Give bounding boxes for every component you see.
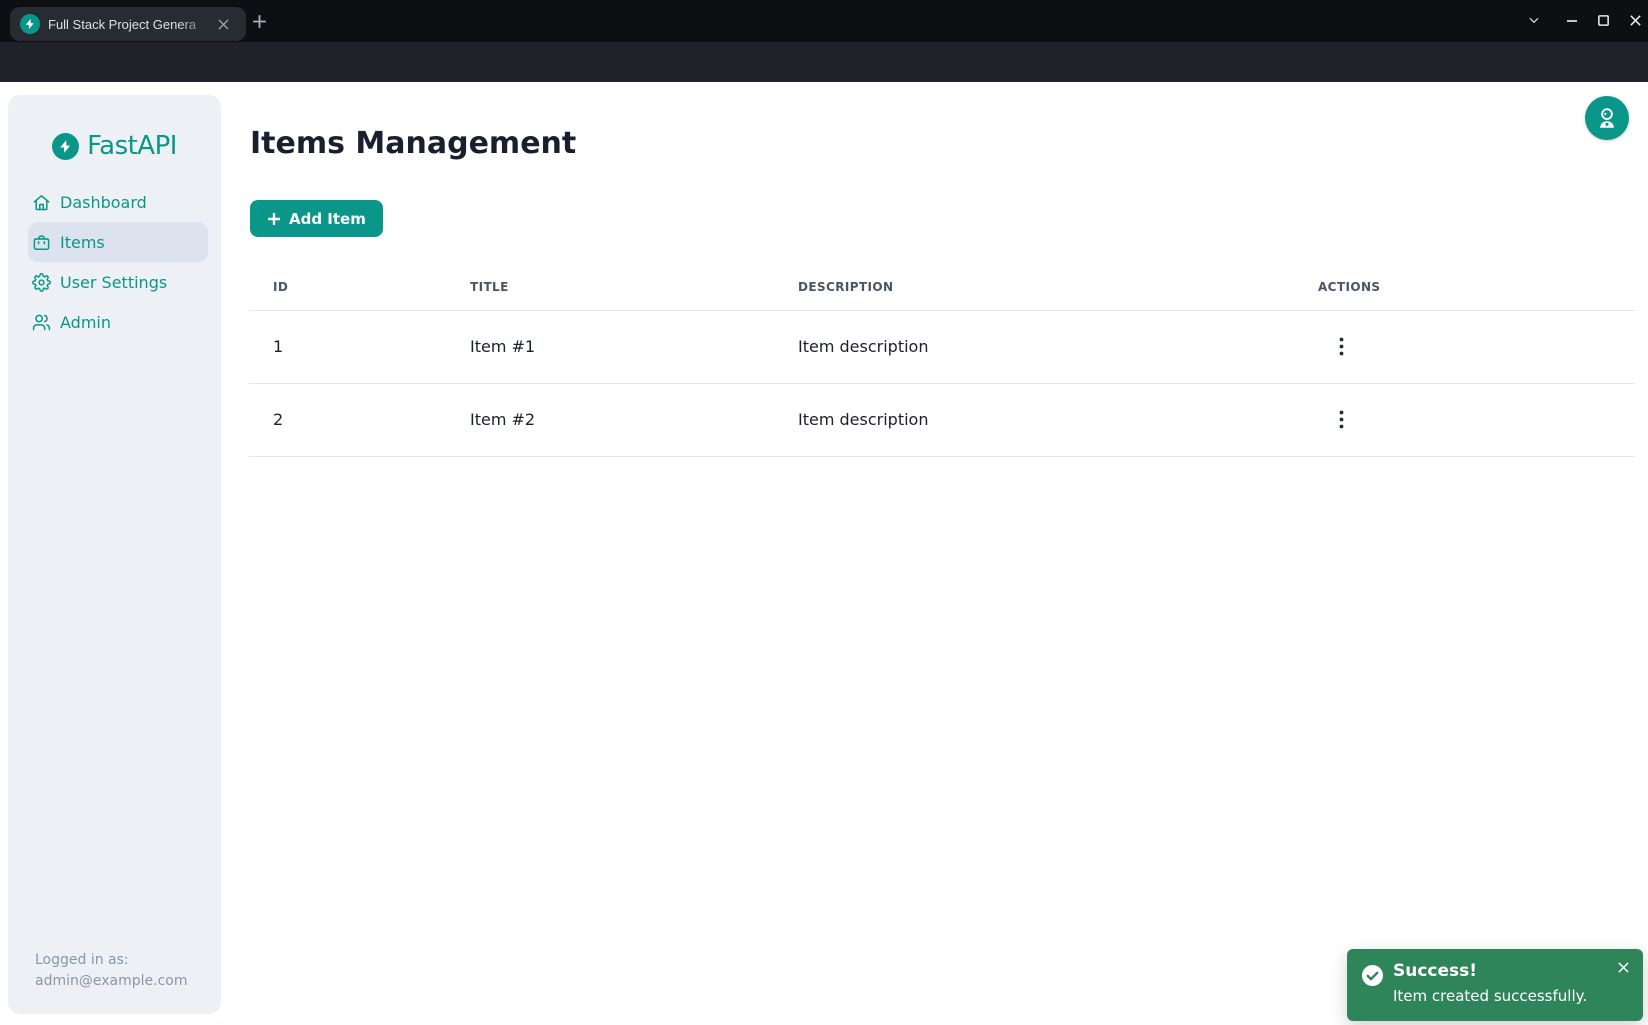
sidebar-item-label: User Settings: [60, 273, 167, 292]
fastapi-logo: FastAPI: [8, 131, 221, 161]
browser-tab[interactable]: Full Stack Project Genera: [10, 7, 246, 41]
sidebar-item-items[interactable]: Items: [28, 222, 208, 262]
browser-chevron-down-icon[interactable]: [1521, 7, 1547, 33]
cell-description: Item description: [774, 310, 1294, 383]
table-row: 1 Item #1 Item description: [249, 310, 1635, 383]
row-actions-menu-icon[interactable]: [1327, 333, 1355, 361]
window-maximize-icon[interactable]: [1590, 7, 1616, 33]
window-minimize-icon[interactable]: [1559, 7, 1585, 33]
tab-title: Full Stack Project Genera: [48, 17, 214, 32]
sidebar-item-user-settings[interactable]: User Settings: [28, 262, 208, 302]
users-icon: [32, 313, 51, 332]
browser-toolbar: i localhost/items: [0, 42, 1648, 82]
sidebar-item-dashboard[interactable]: Dashboard: [28, 182, 208, 222]
toast-title: Success!: [1393, 961, 1477, 981]
sidebar: FastAPI Dashboard Items User Set: [8, 95, 221, 1014]
home-icon: [32, 193, 51, 212]
logged-in-label: Logged in as:: [35, 950, 187, 971]
table-header-row: ID TITLE DESCRIPTION ACTIONS: [249, 265, 1635, 310]
new-tab-button[interactable]: [246, 8, 272, 34]
sidebar-item-label: Admin: [60, 313, 111, 332]
sidebar-item-admin[interactable]: Admin: [28, 302, 208, 342]
add-item-button[interactable]: Add Item: [250, 200, 383, 237]
browser-tab-bar: Full Stack Project Genera: [0, 0, 1648, 42]
gear-icon: [32, 273, 51, 292]
sidebar-item-label: Items: [60, 233, 105, 252]
sidebar-item-label: Dashboard: [60, 193, 147, 212]
cell-title: Item #2: [446, 383, 774, 456]
plus-icon: [267, 212, 281, 226]
check-circle-icon: [1361, 964, 1384, 987]
success-toast: Success! Item created successfully.: [1347, 949, 1643, 1021]
cell-id: 2: [249, 383, 446, 456]
logged-in-email: admin@example.com: [35, 971, 187, 992]
briefcase-icon: [32, 233, 51, 252]
cell-title: Item #1: [446, 310, 774, 383]
column-header-description: DESCRIPTION: [774, 265, 1294, 310]
window-close-icon[interactable]: [1622, 7, 1648, 33]
row-actions-menu-icon[interactable]: [1327, 406, 1355, 434]
page-title: Items Management: [250, 126, 576, 161]
fastapi-favicon-icon: [20, 14, 40, 34]
toast-close-icon[interactable]: [1613, 957, 1633, 977]
toast-message: Item created successfully.: [1393, 987, 1587, 1005]
column-header-title: TITLE: [446, 265, 774, 310]
items-table: ID TITLE DESCRIPTION ACTIONS 1 Item #1 I…: [249, 265, 1635, 457]
column-header-id: ID: [249, 265, 446, 310]
user-menu-button[interactable]: [1585, 96, 1629, 140]
sidebar-nav: Dashboard Items User Settings: [8, 182, 221, 342]
cell-description: Item description: [774, 383, 1294, 456]
column-header-actions: ACTIONS: [1294, 265, 1635, 310]
logo-text: FastAPI: [87, 131, 177, 161]
table-row: 2 Item #2 Item description: [249, 383, 1635, 456]
add-item-label: Add Item: [289, 210, 366, 228]
cell-id: 1: [249, 310, 446, 383]
fastapi-bolt-icon: [52, 133, 79, 160]
page-content: FastAPI Dashboard Items User Set: [0, 82, 1648, 1025]
user-astronaut-icon: [1594, 105, 1620, 131]
tab-close-icon[interactable]: [214, 15, 232, 33]
logged-in-info: Logged in as: admin@example.com: [35, 950, 187, 992]
